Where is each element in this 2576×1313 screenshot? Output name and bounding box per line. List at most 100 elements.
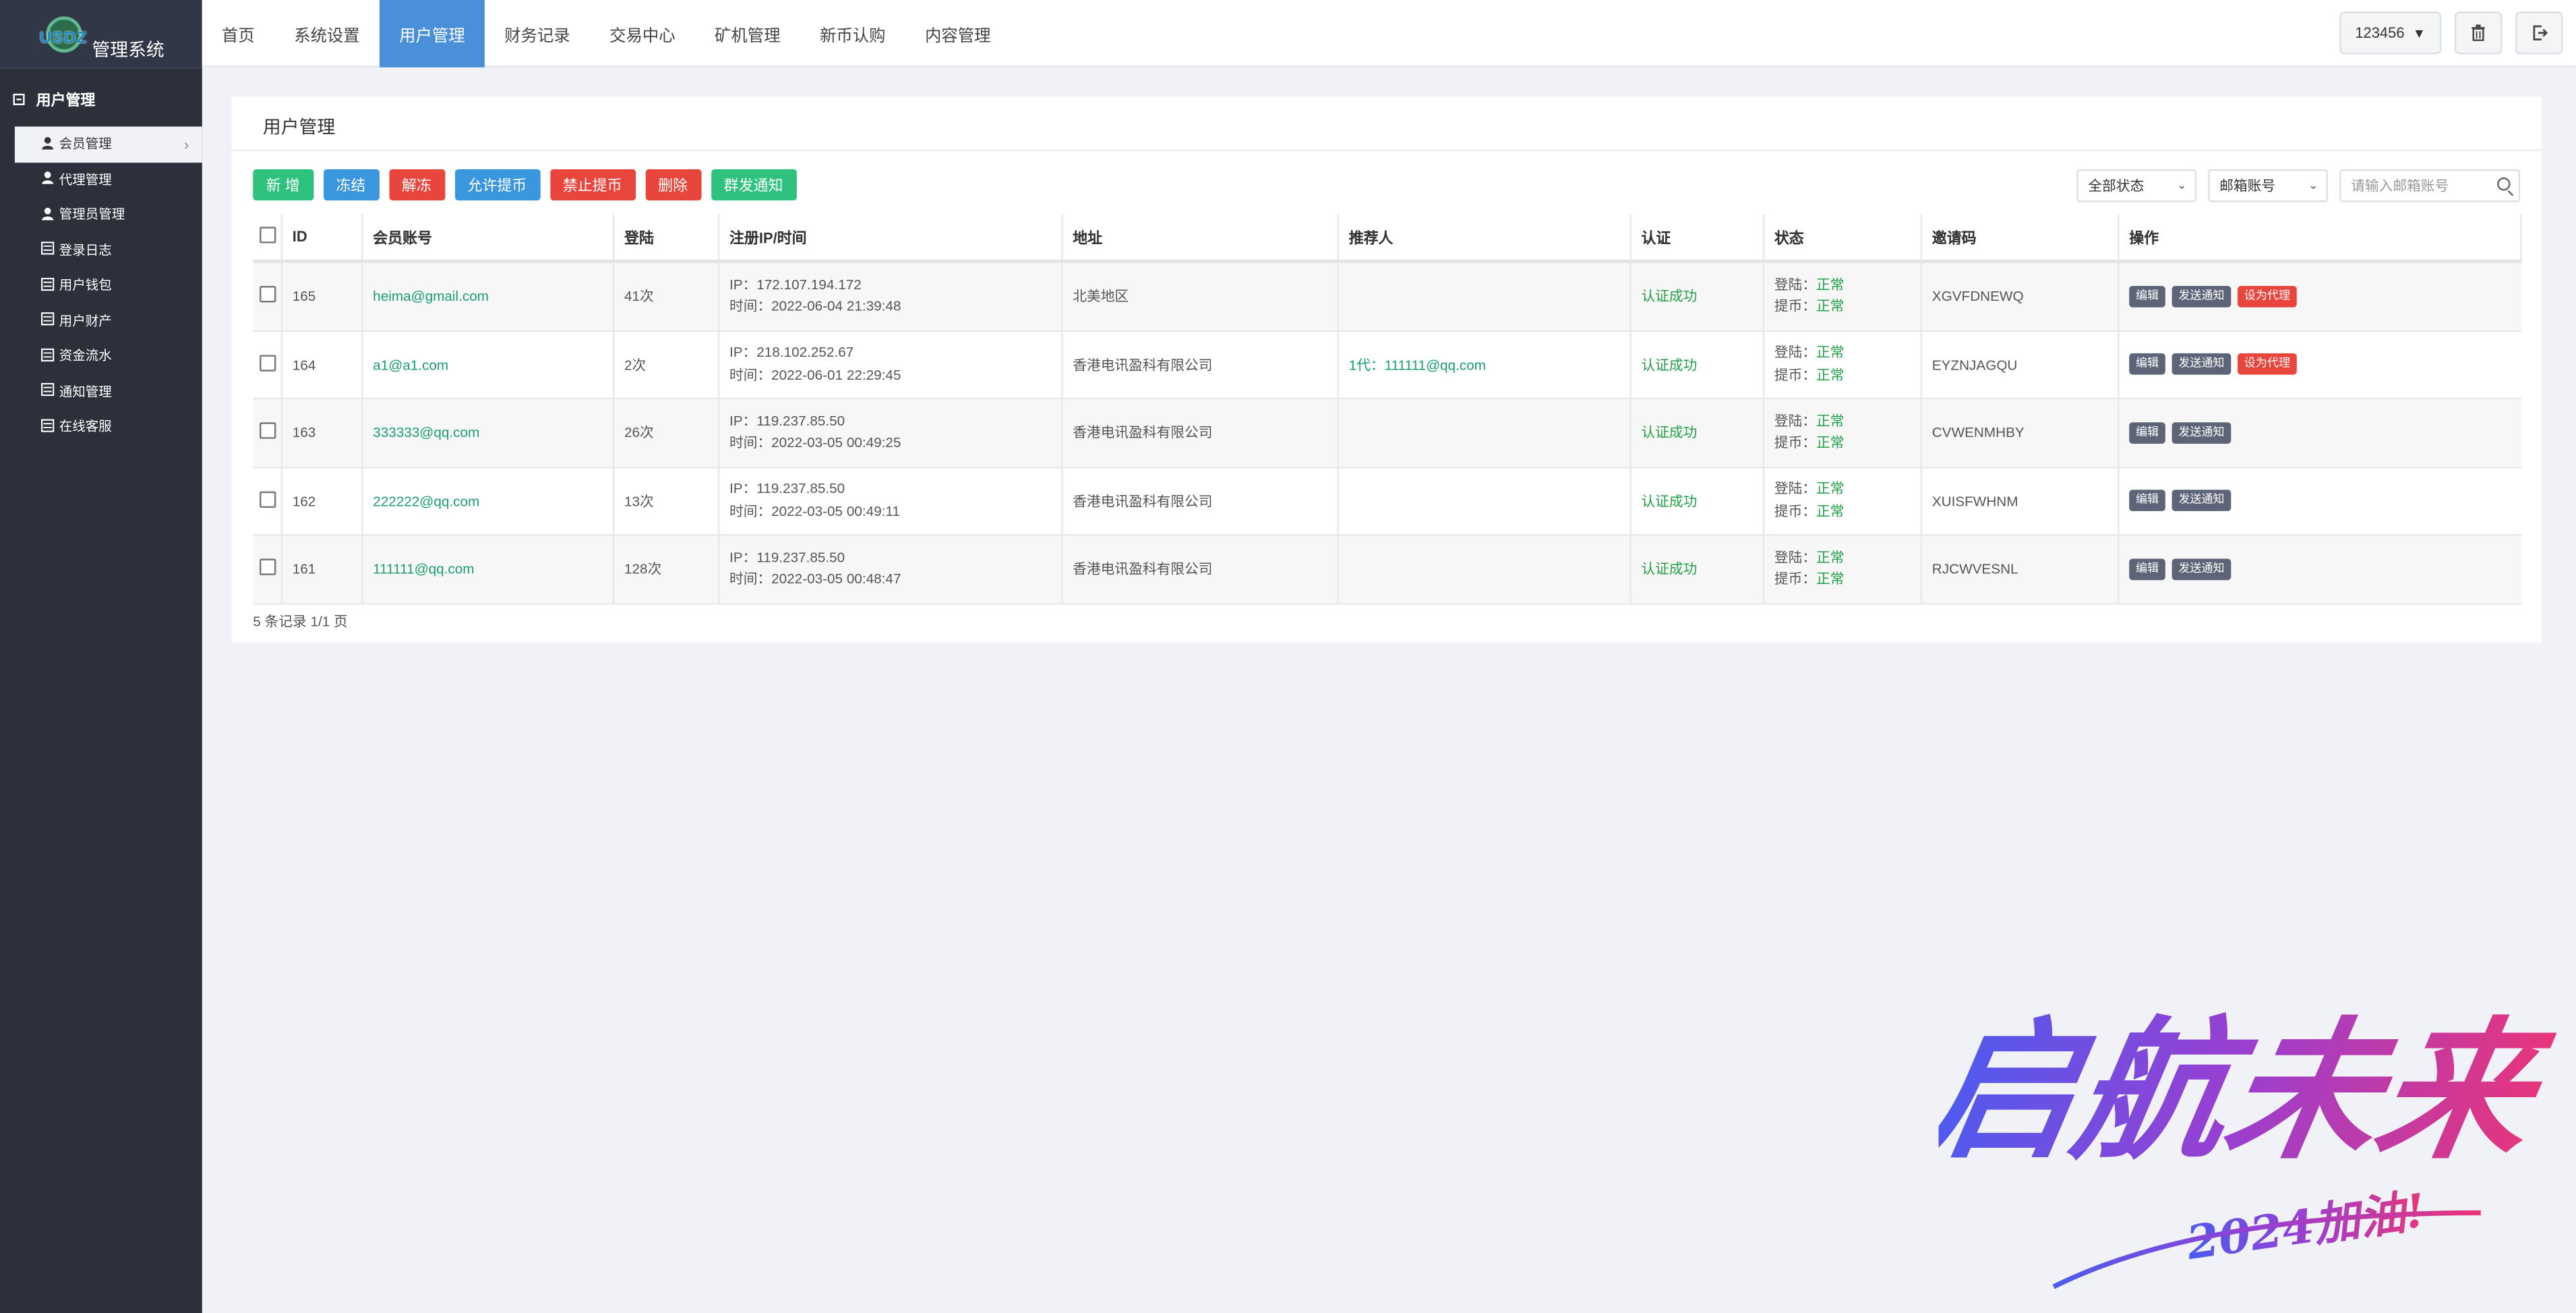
row-checkbox[interactable] bbox=[258, 354, 276, 372]
send-notice-button[interactable]: 发送通知 bbox=[2171, 490, 2231, 512]
register-ip-time-cell: IP：119.237.85.50 时间：2022-03-05 00:49:11 bbox=[719, 467, 1063, 536]
send-notice-button[interactable]: 发送通知 bbox=[2171, 421, 2231, 444]
sidebar-item[interactable]: 在线客服 bbox=[15, 409, 202, 444]
invite-code-cell: EYZNJAGQU bbox=[1921, 330, 2120, 400]
register-ip-time-cell: IP：218.102.252.67 时间：2022-06-01 22:29:45 bbox=[719, 330, 1063, 400]
nav-item[interactable]: 首页 bbox=[202, 0, 274, 67]
login-status-value: 正常 bbox=[1816, 343, 1845, 361]
register-ip: IP：119.237.85.50 bbox=[729, 548, 845, 565]
row-checkbox[interactable] bbox=[258, 422, 276, 440]
search-icon[interactable] bbox=[2497, 177, 2511, 191]
register-ip-time-cell: IP：172.107.194.172 时间：2022-06-04 21:39:48 bbox=[719, 261, 1063, 332]
withdraw-status: 提币：正常 bbox=[1774, 364, 1911, 386]
sidebar-item[interactable]: 代理管理 bbox=[15, 162, 202, 197]
nav-item[interactable]: 系统设置 bbox=[274, 0, 380, 67]
withdraw-status: 提币：正常 bbox=[1774, 569, 1911, 591]
status-cell: 登陆：正常 提币：正常 bbox=[1764, 467, 1923, 536]
user-dropdown-button[interactable]: 123456 ▼ bbox=[2339, 11, 2442, 55]
nav-item[interactable]: 新币认购 bbox=[800, 0, 905, 67]
field-filter-value: 邮箱账号 bbox=[2219, 177, 2276, 194]
chevron-down-icon: ⌄ bbox=[2177, 181, 2187, 193]
invite-code-cell: XUISFWHNM bbox=[1921, 467, 2120, 536]
withdraw-status-value: 正常 bbox=[1816, 571, 1845, 587]
address-cell: 北美地区 bbox=[1062, 261, 1340, 332]
toolbar-button[interactable]: 冻结 bbox=[322, 169, 379, 201]
sidebar-item[interactable]: 登录日志 bbox=[15, 233, 202, 268]
sidebar-item[interactable]: 管理员管理 bbox=[15, 197, 202, 232]
select-all-checkbox[interactable] bbox=[258, 227, 276, 243]
logout-button[interactable] bbox=[2515, 11, 2563, 55]
register-ip: IP：119.237.85.50 bbox=[729, 480, 845, 497]
referrer-cell[interactable] bbox=[1338, 467, 1631, 536]
toolbar-button[interactable]: 允许提币 bbox=[454, 169, 540, 201]
row-checkbox[interactable] bbox=[258, 491, 276, 508]
register-ip: IP：172.107.194.172 bbox=[729, 275, 862, 293]
sidebar-item-label: 在线客服 bbox=[59, 419, 112, 434]
account-link[interactable]: 222222@qq.com bbox=[362, 467, 615, 536]
logo-title: 管理系统 bbox=[92, 40, 164, 61]
edit-button[interactable]: 编辑 bbox=[2129, 285, 2165, 308]
account-link[interactable]: heima@gmail.com bbox=[362, 261, 615, 332]
toolbar-button[interactable]: 禁止提币 bbox=[549, 169, 636, 201]
trash-button[interactable] bbox=[2454, 11, 2503, 55]
set-agent-button[interactable]: 设为代理 bbox=[2238, 285, 2297, 308]
sidebar-section-user-management[interactable]: 用户管理 bbox=[13, 89, 95, 111]
account-link[interactable]: 333333@qq.com bbox=[362, 398, 615, 468]
id-cell: 165 bbox=[281, 261, 363, 332]
auth-status-cell: 认证成功 bbox=[1630, 535, 1765, 604]
edit-button[interactable]: 编辑 bbox=[2129, 558, 2165, 580]
sidebar-item-label: 通知管理 bbox=[59, 384, 112, 399]
toolbar-button[interactable]: 删除 bbox=[645, 169, 701, 201]
edit-button[interactable]: 编辑 bbox=[2129, 490, 2165, 512]
status-filter-select[interactable]: 全部状态 ⌄ bbox=[2076, 169, 2197, 202]
send-notice-button[interactable]: 发送通知 bbox=[2171, 285, 2231, 308]
edit-button[interactable]: 编辑 bbox=[2129, 421, 2165, 444]
field-filter-select[interactable]: 邮箱账号 ⌄ bbox=[2208, 169, 2329, 202]
chevron-down-icon: ⌄ bbox=[2308, 181, 2318, 193]
toolbar-button[interactable]: 解冻 bbox=[388, 169, 445, 201]
sidebar-item[interactable]: 会员管理 › bbox=[14, 126, 202, 163]
auth-status-cell: 认证成功 bbox=[1630, 398, 1765, 468]
send-notice-button[interactable]: 发送通知 bbox=[2171, 353, 2231, 376]
referrer-cell[interactable] bbox=[1338, 398, 1631, 468]
referrer-cell[interactable]: 1代：111111@qq.com bbox=[1338, 330, 1631, 400]
column-header: ID bbox=[281, 213, 363, 263]
search-input[interactable]: 请输入邮箱账号 bbox=[2339, 169, 2521, 202]
sidebar-item[interactable]: 用户钱包 bbox=[15, 268, 202, 303]
trash-icon bbox=[2472, 24, 2485, 41]
column-header: 状态 bbox=[1764, 213, 1923, 263]
sidebar-item-label: 登录日志 bbox=[59, 243, 112, 258]
send-notice-button[interactable]: 发送通知 bbox=[2171, 558, 2231, 580]
list-icon bbox=[39, 418, 54, 435]
login-status: 登陆：正常 bbox=[1774, 342, 1911, 364]
set-agent-button[interactable]: 设为代理 bbox=[2238, 353, 2297, 376]
row-checkbox[interactable] bbox=[258, 559, 276, 576]
nav-item[interactable]: 用户管理 bbox=[379, 0, 485, 67]
sidebar-list: 会员管理 › 代理管理 管理员管理登录日志用户钱包 用户财产 资金流水通知管理在线客服 bbox=[14, 126, 202, 445]
actions-cell: 编辑 发送通知 设为代理 bbox=[2118, 330, 2521, 400]
account-link[interactable]: 111111@qq.com bbox=[362, 535, 615, 604]
nav-item[interactable]: 财务记录 bbox=[485, 0, 590, 67]
pagination-info: 5 条记录 1/1 页 bbox=[253, 612, 348, 630]
withdraw-status: 提币：正常 bbox=[1774, 296, 1911, 318]
toolbar-button[interactable]: 群发通知 bbox=[711, 169, 796, 201]
account-link[interactable]: a1@a1.com bbox=[362, 330, 615, 400]
toolbar-button[interactable]: 新 增 bbox=[253, 169, 313, 201]
nav-item[interactable]: 交易中心 bbox=[590, 0, 695, 67]
column-header: 会员账号 bbox=[362, 213, 615, 263]
login-status-label: 登陆： bbox=[1774, 548, 1817, 565]
withdraw-status-label: 提币： bbox=[1774, 434, 1817, 451]
row-checkbox[interactable] bbox=[258, 286, 276, 303]
withdraw-status-value: 正常 bbox=[1816, 366, 1845, 383]
row-select-cell bbox=[253, 467, 283, 536]
sidebar-item[interactable]: 资金流水 bbox=[15, 339, 202, 374]
referrer-cell[interactable] bbox=[1338, 535, 1631, 604]
edit-button[interactable]: 编辑 bbox=[2129, 353, 2165, 376]
sidebar-item[interactable]: 通知管理 bbox=[15, 374, 202, 409]
sidebar-item[interactable]: 用户财产 bbox=[15, 303, 202, 339]
nav-item[interactable]: 矿机管理 bbox=[695, 0, 800, 67]
nav-item[interactable]: 内容管理 bbox=[905, 0, 1011, 67]
logo[interactable]: USDZ 管理系统 bbox=[0, 0, 202, 69]
referrer-cell[interactable] bbox=[1338, 261, 1631, 332]
register-ip: IP：218.102.252.67 bbox=[729, 343, 854, 361]
